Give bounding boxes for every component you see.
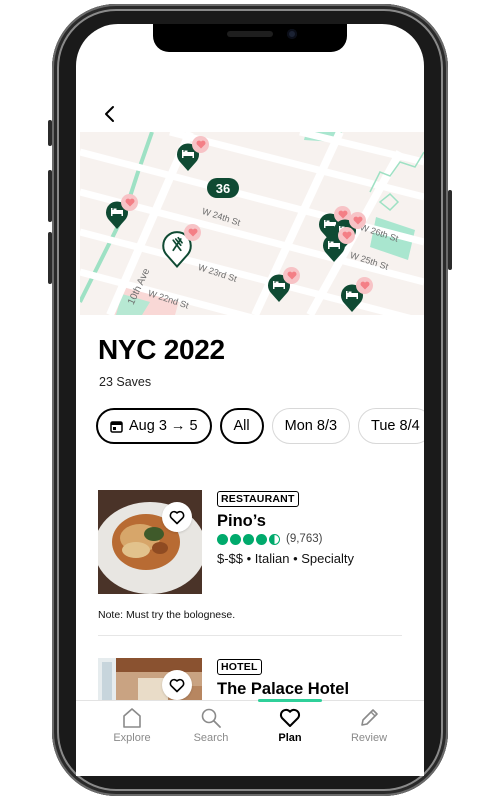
tab-search[interactable]: Search [171,707,251,744]
heart-icon [342,231,351,240]
saved-heart-badge [121,194,138,211]
filter-chip-dates[interactable]: Aug 3 → 5 [96,408,212,444]
tab-plan[interactable]: Plan [250,707,330,744]
front-camera [287,29,297,39]
power-button [448,190,452,270]
saved-heart-badge [283,267,300,284]
saves-count: 23 Saves [99,375,152,389]
filter-chip-mon[interactable]: Mon 8/3 [271,408,351,444]
hotel-map-pin[interactable] [176,136,209,172]
hotel-map-pin[interactable] [340,277,373,313]
rating-bubble [256,533,267,545]
chevron-left-icon [105,106,114,122]
item-name[interactable]: Pino’s [217,512,266,531]
back-button[interactable] [100,104,120,124]
tab-label: Review [350,732,388,744]
tab-label: Search [193,732,229,744]
item-name[interactable]: The Palace Hotel [217,680,349,699]
saved-heart-badge [338,227,355,244]
rating-bubbles: (9,763) [217,533,322,545]
chip-label: Mon 8/3 [284,418,338,434]
rating-bubble [217,533,228,545]
saved-heart-badge [356,277,373,294]
bottom-tab-bar: Explore Search Plan Review [76,699,424,776]
rating-bubble [243,533,254,545]
restaurant-map-pin[interactable] [162,224,201,269]
heart-icon [196,140,205,149]
notch [153,24,347,52]
category-badge: RESTAURANT [217,491,299,507]
saved-heart-badge [349,212,366,229]
home-icon [123,708,141,728]
volume-up-button [48,170,52,222]
tab-explore[interactable]: Explore [92,707,172,744]
filter-chip-all[interactable]: All [219,408,264,444]
tab-label: Plan [278,732,302,744]
map-cluster-marker[interactable]: 36 [207,178,239,198]
rating-bubble-half [269,533,280,545]
tab-label: Explore [113,732,151,744]
heart-icon [353,216,362,225]
hotel-map-pin[interactable] [267,267,300,303]
cluster-count: 36 [215,180,231,196]
pencil-icon [361,709,378,726]
heart-icon [360,281,369,290]
saved-heart-badge [184,224,201,241]
volume-down-button [48,232,52,284]
page-title: NYC 2022 [98,334,225,365]
filter-chip-tue[interactable]: Tue 8/4 [358,408,424,444]
active-tab-indicator [258,699,322,702]
heart-icon [125,198,134,207]
category-badge: HOTEL [217,659,262,675]
divider [98,635,402,636]
heart-icon [188,228,197,237]
rating-bubble [230,533,241,545]
item-meta: $-$$ • Italian • Specialty [217,551,355,566]
filter-chips-scroller[interactable]: Aug 3 → 5 All Mon 8/3 Tue 8/4 [0,400,424,452]
calendar-icon [110,420,123,433]
save-button[interactable] [162,502,192,532]
hotel-map-pin[interactable] [105,194,138,230]
saved-heart-badge [192,136,209,153]
chip-label: All [233,418,250,434]
speaker [227,31,273,37]
mute-switch [48,120,52,146]
review-count[interactable]: (9,763) [286,533,322,545]
heart-outline-icon [169,510,185,524]
item-note: Note: Must try the bolognese. [98,609,236,621]
search-icon [201,708,221,728]
hotel-map-pin[interactable] [322,227,355,263]
heart-outline-icon [169,678,185,692]
chip-label: Aug 3 → 5 [129,418,198,434]
chip-label: Tue 8/4 [371,418,420,434]
save-button[interactable] [162,670,192,700]
heart-icon [279,708,301,727]
heart-icon [287,271,296,280]
tab-review[interactable]: Review [329,707,409,744]
